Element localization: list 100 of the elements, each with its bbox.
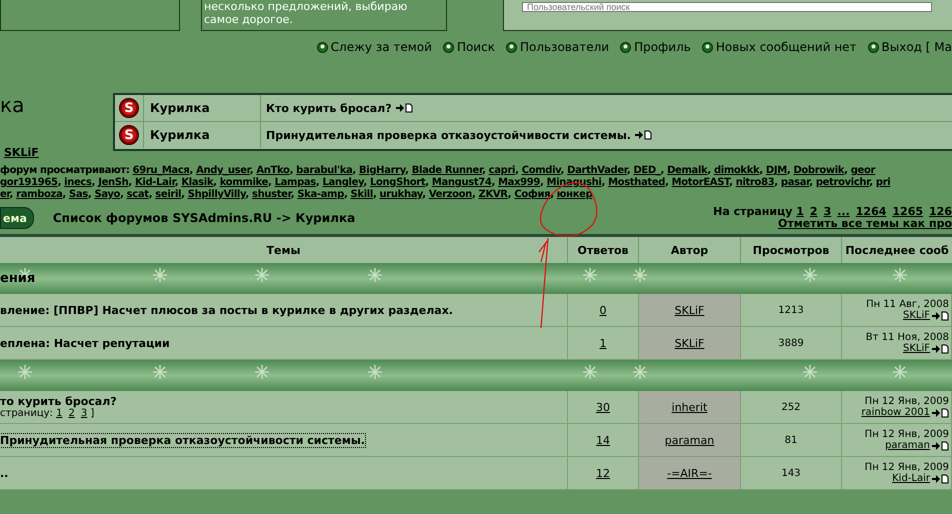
last-post-author[interactable]: paraman xyxy=(885,440,930,451)
author-link[interactable]: -=AIR=- xyxy=(667,466,712,480)
separator: , xyxy=(10,189,14,200)
user-link[interactable]: ramboza xyxy=(16,189,62,200)
search-field[interactable]: Пользовательский поиск xyxy=(522,2,932,12)
replies-link[interactable]: 30 xyxy=(596,400,610,414)
user-link[interactable]: Ska-amp xyxy=(297,189,344,200)
separator: , xyxy=(213,177,218,188)
new-topic-button[interactable]: ема xyxy=(0,207,34,229)
page-link[interactable]: 2 xyxy=(810,205,818,218)
replies-link[interactable]: 12 xyxy=(596,466,610,480)
nav-link[interactable]: Пользователи xyxy=(506,39,610,55)
user-link[interactable]: AnTko xyxy=(256,165,290,176)
user-link[interactable]: nitro83 xyxy=(736,177,774,188)
nav-link[interactable]: Профиль xyxy=(620,39,691,55)
user-link[interactable]: Dobrowik xyxy=(793,165,844,176)
topic-title[interactable]: еплена: Насчет репутации xyxy=(0,336,170,350)
separator: , xyxy=(290,189,296,200)
page-link[interactable]: 1264 xyxy=(856,205,886,218)
user-link[interactable]: 69ru_Мася xyxy=(132,165,190,176)
topic-title[interactable]: то курить бросал? xyxy=(0,395,117,408)
page-link[interactable]: 1 xyxy=(56,408,62,419)
page-link[interactable]: 1265 xyxy=(892,205,924,218)
user-link[interactable]: Kid-Lair xyxy=(135,177,175,188)
breadcrumb-link[interactable]: Список форумов SYSAdmins.RU -> Курилка xyxy=(52,211,356,225)
author-link[interactable]: paraman xyxy=(664,434,714,446)
user-link[interactable]: urukhay xyxy=(380,189,422,200)
user-link[interactable]: MotorEAST xyxy=(672,177,730,188)
user-link[interactable]: Max999 xyxy=(498,177,540,188)
user-link[interactable]: DJM xyxy=(766,165,787,176)
user-link[interactable]: scat xyxy=(126,189,149,200)
user-link[interactable]: DED_ xyxy=(633,165,661,176)
user-link[interactable]: LongShort xyxy=(370,177,426,188)
ball-icon xyxy=(316,42,328,52)
page-link[interactable]: 2 xyxy=(68,408,75,419)
separator: , xyxy=(660,165,665,176)
page-link[interactable]: 3 xyxy=(80,408,88,419)
user-link[interactable]: Mangust74 xyxy=(432,177,492,188)
user-link[interactable]: gor191965 xyxy=(0,177,58,188)
topic-link[interactable]: Кто курить бросал? xyxy=(266,102,392,114)
user-link[interactable]: Andy_user xyxy=(196,165,250,176)
user-link[interactable]: Demalk xyxy=(667,165,708,176)
last-post-author[interactable]: SKLiF xyxy=(902,310,930,321)
nav-link[interactable]: Выход [ Ma xyxy=(868,39,952,55)
user-link[interactable]: Verzoon xyxy=(428,189,472,200)
last-post-author[interactable]: Kid-Lair xyxy=(892,473,930,484)
user-link[interactable]: юнкер xyxy=(556,189,592,200)
user-link[interactable]: pri xyxy=(876,177,890,188)
author-link[interactable]: inherit xyxy=(672,400,708,414)
topic-link[interactable]: Принудительная проверка отказоустойчивости системы. xyxy=(266,128,631,142)
user-link[interactable]: inecs xyxy=(64,177,92,188)
user-link[interactable]: Minagushi xyxy=(546,177,602,188)
user-link[interactable]: Mosthated xyxy=(608,177,666,188)
last-post-author[interactable]: rainbow 2001 xyxy=(861,407,930,418)
user-link[interactable]: JenSh xyxy=(98,177,128,188)
nav-link[interactable]: Слежу за темой xyxy=(316,39,432,55)
user-link[interactable]: Klasik xyxy=(181,177,214,188)
replies-link[interactable]: 14 xyxy=(596,434,610,446)
user-link[interactable]: DarthVader xyxy=(567,165,627,176)
user-link[interactable]: София xyxy=(514,189,550,200)
moderator-link[interactable]: SKLiF xyxy=(4,146,952,160)
user-link[interactable]: er xyxy=(0,189,10,200)
replies-link[interactable]: 0 xyxy=(600,304,606,316)
page-link[interactable]: ... xyxy=(837,205,850,218)
last-post-author[interactable]: SKLiF xyxy=(902,343,930,354)
topic-title[interactable]: .. xyxy=(0,466,8,480)
mark-read-link[interactable]: Отметить все темы как про xyxy=(778,217,952,230)
pages-bracket: ] xyxy=(89,408,94,419)
separator: , xyxy=(540,177,544,188)
user-link[interactable]: petrovichr xyxy=(816,177,870,188)
page-link[interactable]: 3 xyxy=(824,205,832,218)
user-link[interactable]: pasar xyxy=(780,177,810,188)
user-link[interactable]: kommike xyxy=(220,177,268,188)
user-link[interactable]: barabul'ka xyxy=(296,165,352,176)
user-link[interactable]: Skill xyxy=(350,189,373,200)
replies-link[interactable]: 1 xyxy=(600,336,606,350)
nav-link[interactable]: Новых сообщений нет xyxy=(702,39,857,55)
author-link[interactable]: SKLiF xyxy=(674,304,704,316)
separator: , xyxy=(58,177,62,188)
user-link[interactable]: BigHarry xyxy=(359,165,406,176)
user-link[interactable]: Sayo xyxy=(94,189,120,200)
user-link[interactable]: shuster xyxy=(252,189,291,200)
page-link[interactable]: 1 xyxy=(796,205,804,218)
user-link[interactable]: dimokkk xyxy=(714,165,760,176)
page-link[interactable]: 126 xyxy=(929,205,952,218)
author-link[interactable]: SKLiF xyxy=(674,336,704,350)
user-link[interactable]: Sas xyxy=(68,189,88,200)
nav-link[interactable]: Поиск xyxy=(442,39,495,55)
user-link[interactable]: capri xyxy=(488,165,516,176)
separator: , xyxy=(626,165,632,176)
user-link[interactable]: ShpillyVilly xyxy=(188,189,246,200)
user-link[interactable]: Lampas xyxy=(274,177,316,188)
user-link[interactable]: seiril xyxy=(155,189,182,200)
user-link[interactable]: Blade Runner xyxy=(412,165,482,176)
user-link[interactable]: Langley xyxy=(322,177,364,188)
separator: , xyxy=(425,177,429,188)
user-link[interactable]: geor xyxy=(850,165,876,176)
user-link[interactable]: ZKVR xyxy=(478,189,508,200)
panel-text: несколько предложений, выбираю xyxy=(204,0,408,13)
user-link[interactable]: Comdiv xyxy=(522,165,561,176)
